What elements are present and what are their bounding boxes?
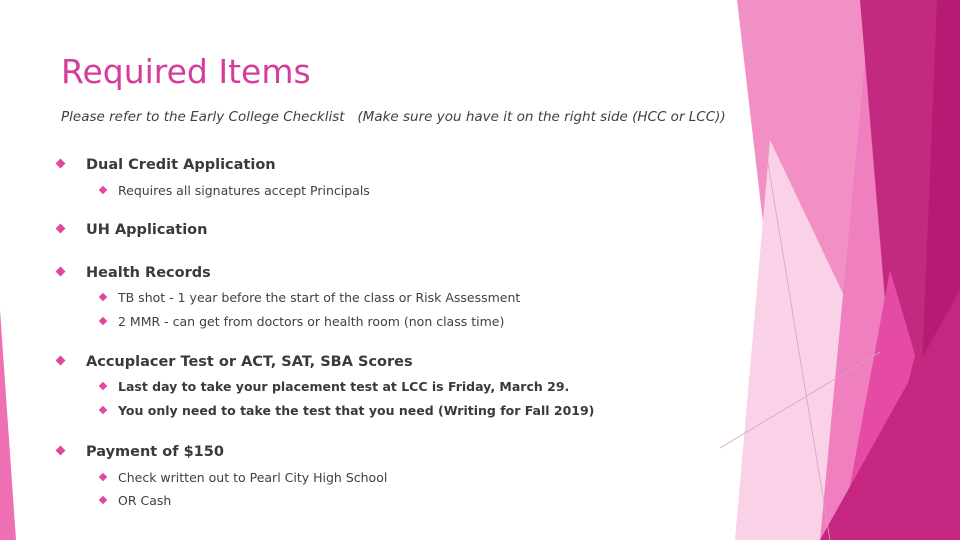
list-item-label: Payment of $150 (86, 444, 224, 460)
sub-item-label: Check written out to Pearl City High Sch… (118, 470, 388, 485)
diamond-bullet-icon (55, 355, 66, 365)
diamond-bullet-icon (98, 495, 108, 504)
diamond-bullet-icon (98, 316, 108, 325)
diamond-bullet-icon (55, 445, 66, 455)
diamond-bullet-icon (55, 266, 66, 276)
sub-item: Check written out to Pearl City High Sch… (98, 470, 388, 485)
sub-item: 2 MMR - can get from doctors or health r… (98, 314, 505, 329)
diamond-bullet-icon (98, 185, 108, 194)
list-item-health-records: Health Records (55, 265, 211, 281)
sub-item: You only need to take the test that you … (98, 403, 595, 418)
sub-item-label: Last day to take your placement test at … (118, 379, 570, 394)
sub-item-label: Requires all signatures accept Principal… (118, 183, 370, 198)
sub-item-label: TB shot - 1 year before the start of the… (118, 290, 521, 305)
list-item-label: Dual Credit Application (86, 157, 276, 173)
sub-item-label: You only need to take the test that you … (118, 403, 595, 418)
list-item-dual-credit: Dual Credit Application (55, 157, 276, 173)
slide-subtitle: Please refer to the Early College Checkl… (61, 109, 726, 125)
diamond-bullet-icon (98, 472, 108, 481)
list-item-label: Health Records (86, 265, 211, 281)
list-item-uh-application: UH Application (55, 222, 208, 238)
diamond-bullet-icon (98, 292, 108, 301)
slide-title: Required Items (61, 52, 311, 91)
diamond-bullet-icon (98, 405, 108, 414)
sub-item-label: 2 MMR - can get from doctors or health r… (118, 314, 505, 329)
diamond-bullet-icon (55, 223, 66, 233)
diamond-bullet-icon (55, 158, 66, 168)
sub-item: OR Cash (98, 493, 172, 508)
sub-item: Requires all signatures accept Principal… (98, 183, 370, 198)
list-item-label: UH Application (86, 222, 208, 238)
left-wedge-shape (0, 310, 16, 540)
sub-item: TB shot - 1 year before the start of the… (98, 290, 521, 305)
list-item-label: Accuplacer Test or ACT, SAT, SBA Scores (86, 354, 413, 370)
sub-item: Last day to take your placement test at … (98, 379, 570, 394)
sub-item-label: OR Cash (118, 493, 172, 508)
diamond-bullet-icon (98, 381, 108, 390)
list-item-payment: Payment of $150 (55, 444, 224, 460)
list-item-accuplacer: Accuplacer Test or ACT, SAT, SBA Scores (55, 354, 413, 370)
